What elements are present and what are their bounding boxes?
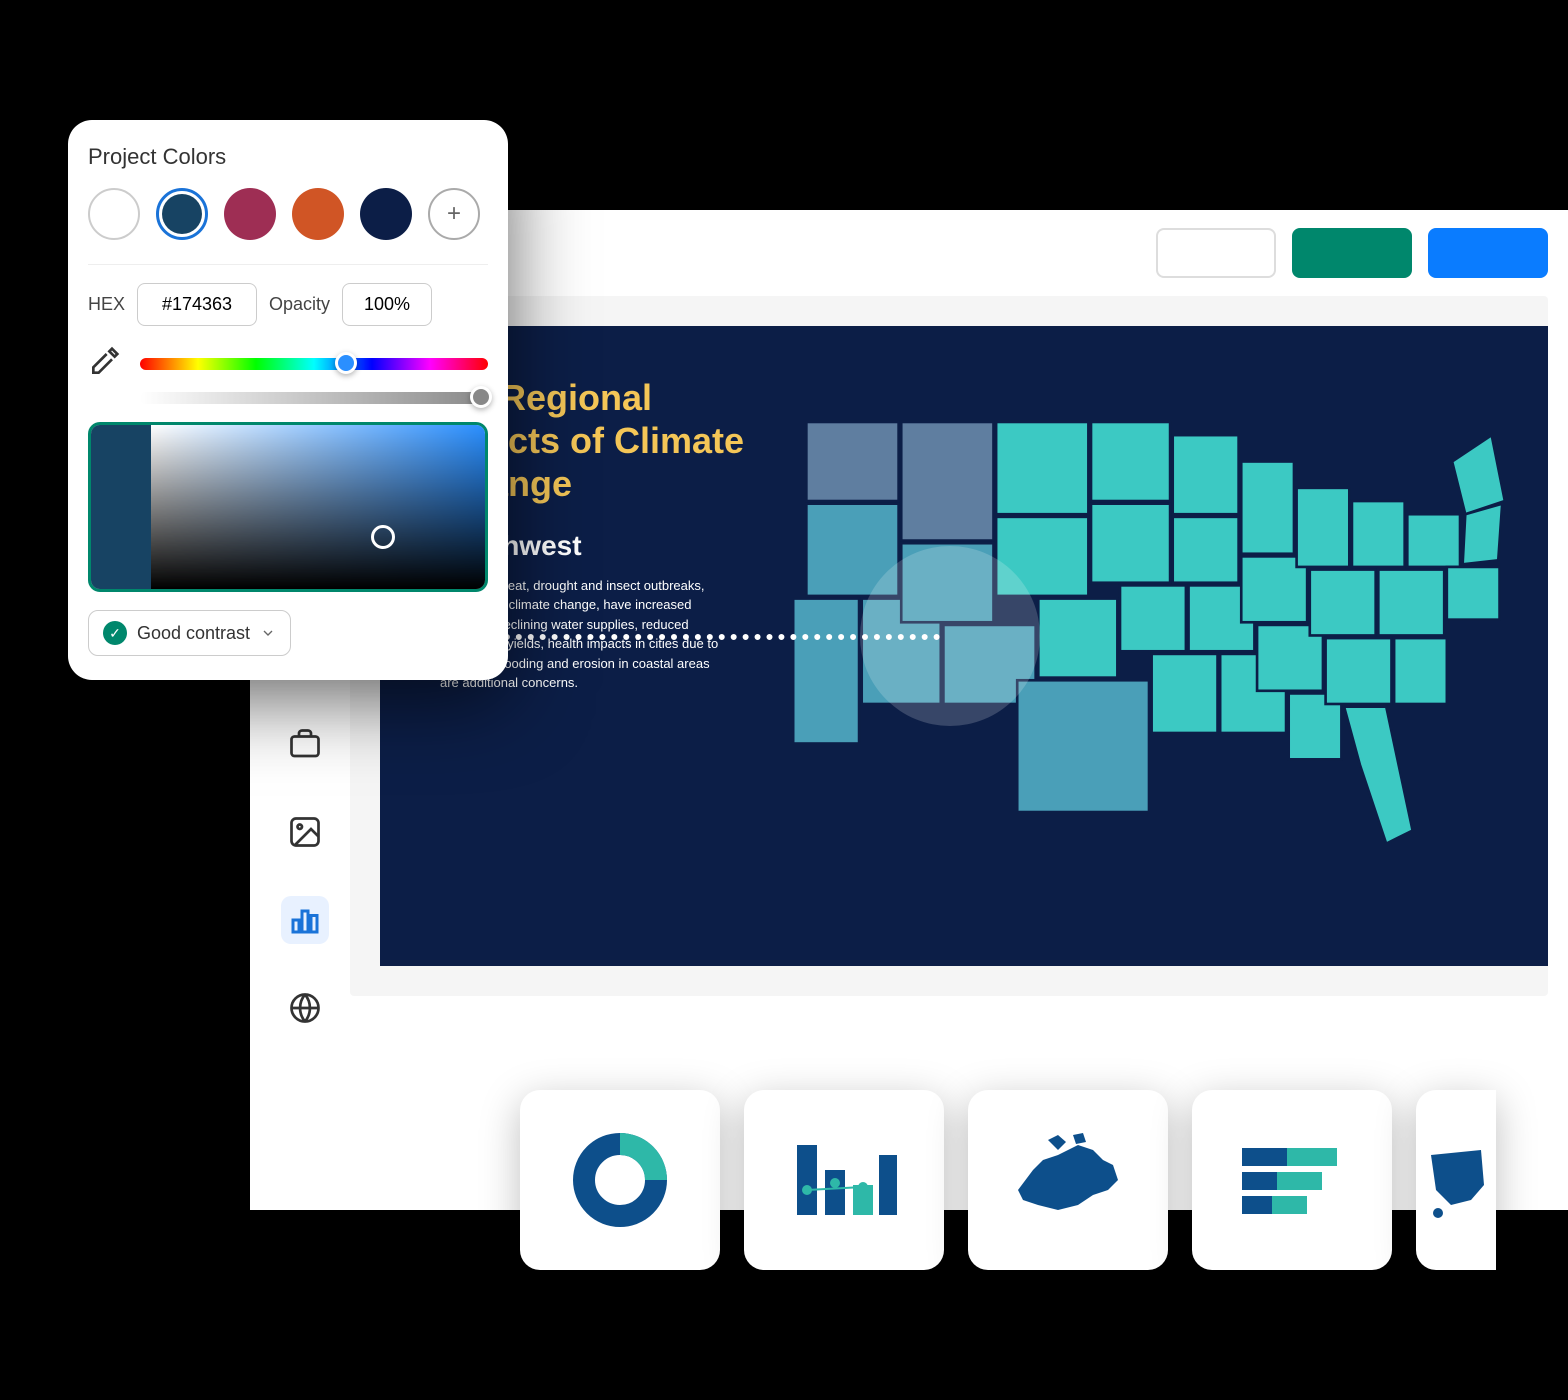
contrast-badge[interactable]: ✓ Good contrast — [88, 610, 291, 656]
swatch-orange[interactable] — [292, 188, 344, 240]
hue-thumb[interactable] — [335, 352, 357, 374]
sidebar-briefcase-icon[interactable] — [281, 720, 329, 768]
hue-slider[interactable] — [140, 358, 488, 370]
chart-type-map-us[interactable] — [1416, 1090, 1496, 1270]
swatch-navy[interactable] — [156, 188, 208, 240]
chevron-down-icon — [260, 625, 276, 641]
chart-type-bar[interactable] — [744, 1090, 944, 1270]
opacity-label: Opacity — [269, 294, 330, 315]
opacity-slider[interactable] — [140, 392, 488, 404]
hue-row — [88, 346, 488, 382]
check-icon: ✓ — [103, 621, 127, 645]
connector-line — [480, 634, 940, 640]
hex-row: HEX Opacity — [88, 264, 488, 326]
opacity-input[interactable] — [342, 283, 432, 326]
panel-title: Project Colors — [88, 144, 488, 170]
chart-type-donut[interactable] — [520, 1090, 720, 1270]
swatch-maroon[interactable] — [224, 188, 276, 240]
swatch-dark-navy[interactable] — [360, 188, 412, 240]
chart-type-horizontal-bar[interactable] — [1192, 1090, 1392, 1270]
saturation-field[interactable] — [151, 425, 485, 589]
swatch-row: + — [88, 188, 488, 240]
color-field-cursor[interactable] — [371, 525, 395, 549]
toolbar-color-teal[interactable] — [1292, 228, 1412, 278]
hex-label: HEX — [88, 294, 125, 315]
left-sidebar — [265, 700, 345, 1052]
sidebar-globe-icon[interactable] — [281, 984, 329, 1032]
swatch-white[interactable] — [88, 188, 140, 240]
hex-input[interactable] — [137, 283, 257, 326]
toolbar-color-blue[interactable] — [1428, 228, 1548, 278]
sidebar-chart-icon[interactable] — [281, 896, 329, 944]
slide[interactable]: US Regional Effects of Climate Change So… — [380, 326, 1548, 966]
canvas[interactable]: US Regional Effects of Climate Change So… — [350, 296, 1548, 996]
toolbar-color-white[interactable] — [1156, 228, 1276, 278]
chart-type-map-canada[interactable] — [968, 1090, 1168, 1270]
opacity-thumb[interactable] — [470, 386, 492, 408]
eyedropper-icon[interactable] — [88, 346, 124, 382]
sidebar-image-icon[interactable] — [281, 808, 329, 856]
us-map[interactable] — [780, 376, 1518, 916]
add-swatch-button[interactable]: + — [428, 188, 480, 240]
current-color-preview — [91, 425, 151, 589]
color-picker-panel: Project Colors + HEX Opacity ✓ Good — [68, 120, 508, 680]
chart-type-picker — [520, 1090, 1496, 1270]
contrast-label: Good contrast — [137, 623, 250, 644]
color-field[interactable] — [88, 422, 488, 592]
